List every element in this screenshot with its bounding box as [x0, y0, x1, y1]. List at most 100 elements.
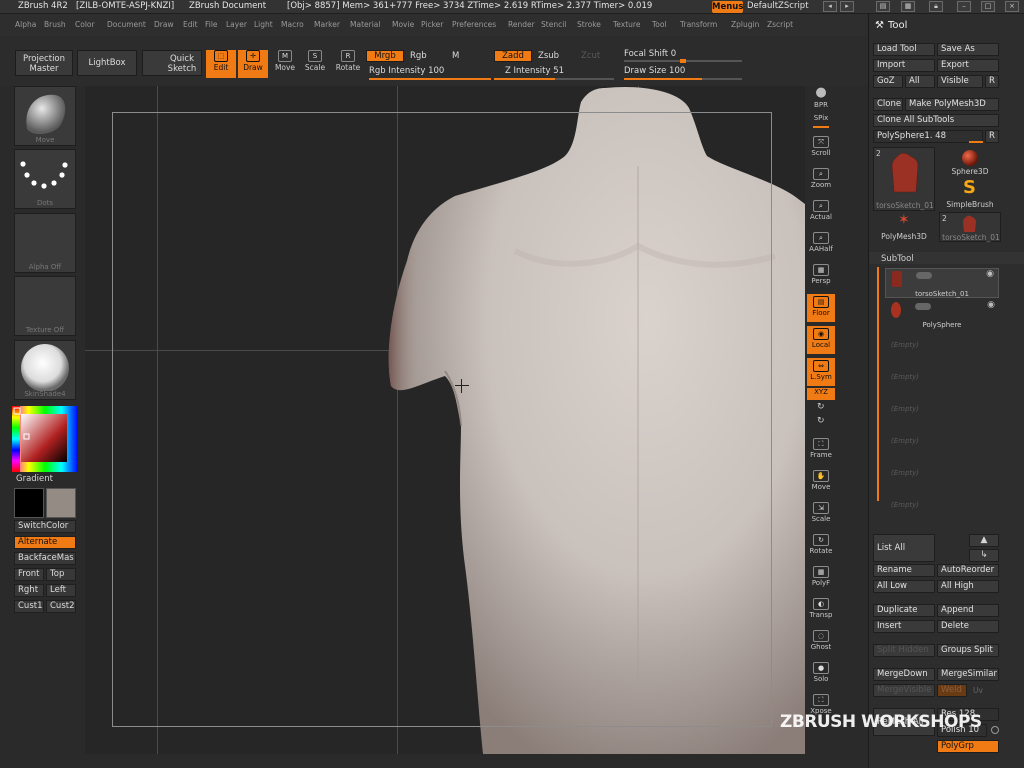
menu-brush[interactable]: Brush: [44, 20, 66, 29]
menu-preferences[interactable]: Preferences: [452, 20, 496, 29]
subtool-item[interactable]: (Empty): [885, 428, 999, 458]
floor-button[interactable]: ▤ Floor: [807, 294, 835, 322]
goz-r-button[interactable]: R: [985, 75, 999, 88]
export-button[interactable]: Export: [937, 59, 999, 72]
clone-all-subtools-button[interactable]: Clone All SubTools: [873, 114, 999, 127]
front-view-button[interactable]: Front: [14, 568, 44, 581]
maximize-icon[interactable]: □: [981, 1, 995, 12]
rotate-view-button[interactable]: ↻ Rotate: [807, 532, 835, 560]
menu-movie[interactable]: Movie: [392, 20, 414, 29]
merge-similar-button[interactable]: MergeSimilar: [937, 668, 999, 681]
backface-mask-button[interactable]: BackfaceMas: [14, 552, 76, 565]
layout-icon[interactable]: ▤: [876, 1, 890, 12]
make-polymesh3d-button[interactable]: Make PolyMesh3D: [905, 98, 999, 111]
tool-thumb-torso-2[interactable]: 2 torsoSketch_01: [939, 212, 1001, 242]
solo-button[interactable]: ● Solo: [807, 660, 835, 688]
subtool-item[interactable]: (Empty): [885, 492, 999, 522]
subtool-toggle-icon[interactable]: [915, 303, 931, 310]
transp-button[interactable]: ◐ Transp: [807, 596, 835, 624]
texture-selector[interactable]: Texture Off: [14, 276, 76, 336]
subtool-item[interactable]: (Empty): [885, 460, 999, 490]
left-view-button[interactable]: Left: [46, 584, 76, 597]
import-button[interactable]: Import: [873, 59, 935, 72]
aahalf-button[interactable]: ⌕ AAHalf: [807, 230, 835, 258]
tool-thumb-polymesh3d[interactable]: ✶ PolyMesh3D: [873, 212, 935, 242]
spix-slider[interactable]: SPix: [807, 114, 835, 132]
menu-color[interactable]: Color: [75, 20, 95, 29]
zsub-button[interactable]: Zsub: [538, 51, 559, 61]
top-view-button[interactable]: Top: [46, 568, 76, 581]
subtool-item[interactable]: (Empty): [885, 364, 999, 394]
menu-edit[interactable]: Edit: [183, 20, 198, 29]
zadd-button[interactable]: Zadd: [494, 50, 532, 62]
brush-selector[interactable]: Move: [14, 86, 76, 146]
z-intensity-slider[interactable]: [494, 78, 614, 80]
goz-visible-button[interactable]: Visible: [937, 75, 983, 88]
zoom-button[interactable]: ⌕ Zoom: [807, 166, 835, 194]
edit-mode-button[interactable]: ⬚ Edit: [206, 50, 236, 78]
subtool-item[interactable]: ◉ PolySphere: [885, 300, 999, 330]
append-button[interactable]: Append: [937, 604, 999, 617]
eye-icon[interactable]: ◉: [986, 269, 994, 279]
save-as-button[interactable]: Save As: [937, 43, 999, 56]
split-hidden-button[interactable]: Split Hidden: [873, 644, 935, 657]
subtool-item[interactable]: (Empty): [885, 332, 999, 362]
auto-reorder-button[interactable]: AutoReorder: [937, 564, 999, 577]
prev-icon[interactable]: ◂: [823, 1, 837, 12]
goz-button[interactable]: GoZ: [873, 75, 903, 88]
move-mode-button[interactable]: M Move: [270, 50, 300, 78]
next-icon[interactable]: ▸: [840, 1, 854, 12]
menu-texture[interactable]: Texture: [613, 20, 640, 29]
tool-r-button[interactable]: R: [985, 130, 999, 143]
subtool-item[interactable]: ◉ torsoSketch_01: [885, 268, 999, 298]
menu-document[interactable]: Document: [107, 20, 146, 29]
rotate-y-icon[interactable]: ↻: [817, 416, 825, 426]
menu-macro[interactable]: Macro: [281, 20, 304, 29]
right-view-button[interactable]: Rght: [14, 584, 44, 597]
goz-all-button[interactable]: All: [905, 75, 935, 88]
tool-thumb-simplebrush[interactable]: S SimpleBrush: [939, 177, 1001, 209]
ghost-button[interactable]: ◌ Ghost: [807, 628, 835, 656]
groups-split-button[interactable]: Groups Split: [937, 644, 999, 657]
polyf-button[interactable]: ▦ PolyF: [807, 564, 835, 592]
uv-button[interactable]: Uv: [973, 686, 983, 695]
insert-button[interactable]: Insert: [873, 620, 935, 633]
subtool-item[interactable]: (Empty): [885, 396, 999, 426]
zcut-button[interactable]: Zcut: [581, 51, 600, 61]
close-icon[interactable]: ×: [1005, 1, 1019, 12]
subtool-toggle-icon[interactable]: [916, 272, 932, 279]
color-picker[interactable]: [12, 406, 78, 472]
draw-mode-button[interactable]: ✛ Draw: [238, 50, 268, 78]
menu-draw[interactable]: Draw: [154, 20, 174, 29]
m-button[interactable]: M: [452, 51, 459, 61]
menu-stroke[interactable]: Stroke: [577, 20, 601, 29]
menu-light[interactable]: Light: [254, 20, 273, 29]
focal-shift-slider[interactable]: [624, 59, 742, 63]
minimize-icon[interactable]: –: [957, 1, 971, 12]
rgb-button[interactable]: Rgb: [410, 51, 427, 61]
menu-tool[interactable]: Tool: [652, 20, 667, 29]
menu-render[interactable]: Render: [508, 20, 535, 29]
menus-button[interactable]: Menus: [712, 1, 743, 13]
local-button[interactable]: ◉ Local: [807, 326, 835, 354]
rename-button[interactable]: Rename: [873, 564, 935, 577]
xyz-button[interactable]: XYZ ↻ ↻: [807, 388, 835, 426]
current-tool-slider[interactable]: PolySphere1. 48: [873, 130, 983, 143]
bpr-button[interactable]: ● BPR: [807, 86, 835, 114]
all-low-button[interactable]: All Low: [873, 580, 935, 593]
cust1-button[interactable]: Cust1: [14, 600, 44, 613]
tool-thumb-sphere3d[interactable]: Sphere3D: [939, 147, 1001, 176]
cust2-button[interactable]: Cust2: [46, 600, 76, 613]
draw-size-slider[interactable]: [624, 78, 742, 80]
default-zscript-button[interactable]: DefaultZScript: [747, 1, 809, 11]
clone-button[interactable]: Clone: [873, 98, 903, 111]
mrgb-button[interactable]: Mrgb: [366, 50, 404, 62]
list-all-button[interactable]: List All: [873, 534, 935, 562]
menu-file[interactable]: File: [205, 20, 218, 29]
subtool-header[interactable]: SubTool: [869, 252, 1024, 264]
delete-button[interactable]: Delete: [937, 620, 999, 633]
load-tool-button[interactable]: Load Tool: [873, 43, 935, 56]
polygrp-button[interactable]: PolyGrp: [937, 740, 999, 753]
scale-mode-button[interactable]: S Scale: [300, 50, 330, 78]
material-selector[interactable]: SkinShade4: [14, 340, 76, 400]
